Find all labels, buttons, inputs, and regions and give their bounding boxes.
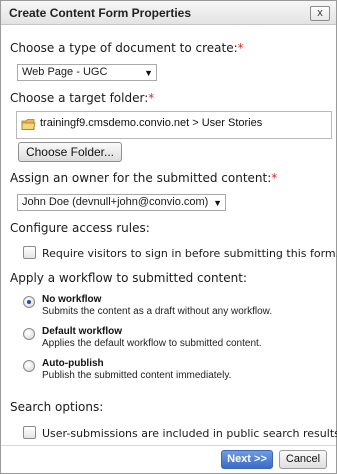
- required-mark: *: [271, 171, 278, 185]
- default-workflow-desc: Applies the default workflow to submitte…: [42, 338, 262, 349]
- access-rules-label: Configure access rules:: [10, 221, 150, 235]
- owner-label-text: Assign an owner for the submitted conten…: [10, 171, 272, 185]
- close-button[interactable]: x: [310, 6, 330, 21]
- require-signin-checkbox[interactable]: [23, 246, 36, 259]
- doc-type-label-text: Choose a type of document to create:: [10, 41, 238, 55]
- owner-selected-value: John Doe (devnull+john@convio.com): [22, 196, 209, 208]
- radio-auto-publish[interactable]: [23, 360, 35, 372]
- target-folder-path: trainingf9.cmsdemo.convio.net > User Sto…: [40, 117, 263, 129]
- doc-type-select[interactable]: Web Page - UGC ▼: [17, 64, 157, 81]
- next-button[interactable]: Next >>: [221, 450, 273, 469]
- owner-select[interactable]: John Doe (devnull+john@convio.com) ▼: [17, 194, 226, 211]
- footer-divider: [1, 445, 336, 446]
- doc-type-selected-value: Web Page - UGC: [22, 66, 108, 78]
- choose-folder-button[interactable]: Choose Folder...: [18, 142, 122, 162]
- doc-type-label: Choose a type of document to create:*: [10, 41, 244, 55]
- no-workflow-desc: Submits the content as a draft without a…: [42, 306, 273, 317]
- radio-default-workflow[interactable]: [23, 328, 35, 340]
- cancel-button[interactable]: Cancel: [279, 450, 327, 469]
- auto-publish-title: Auto-publish: [42, 358, 104, 369]
- default-workflow-title: Default workflow: [42, 326, 123, 337]
- target-folder-label-text: Choose a target folder:: [10, 91, 149, 105]
- chevron-down-icon: ▼: [144, 68, 153, 78]
- search-results-checkbox[interactable]: [23, 426, 36, 439]
- target-folder-label: Choose a target folder:*: [10, 91, 154, 105]
- search-options-label: Search options:: [10, 400, 104, 414]
- dialog-titlebar: Create Content Form Properties x: [1, 1, 336, 25]
- target-folder-display: trainingf9.cmsdemo.convio.net > User Sto…: [16, 111, 332, 139]
- owner-label: Assign an owner for the submitted conten…: [10, 171, 277, 185]
- dialog-title: Create Content Form Properties: [9, 6, 192, 20]
- require-signin-label: Require visitors to sign in before submi…: [42, 247, 337, 260]
- required-mark: *: [148, 91, 155, 105]
- no-workflow-title: No workflow: [42, 294, 102, 305]
- chevron-down-icon: ▼: [213, 198, 222, 208]
- auto-publish-desc: Publish the submitted content immediatel…: [42, 370, 232, 381]
- search-results-label: User-submissions are included in public …: [42, 427, 337, 440]
- create-content-form-dialog: Create Content Form Properties x Choose …: [0, 0, 337, 474]
- required-mark: *: [237, 41, 244, 55]
- folder-icon: [21, 116, 36, 135]
- radio-no-workflow[interactable]: [23, 296, 35, 308]
- workflow-label: Apply a workflow to submitted content:: [10, 271, 247, 285]
